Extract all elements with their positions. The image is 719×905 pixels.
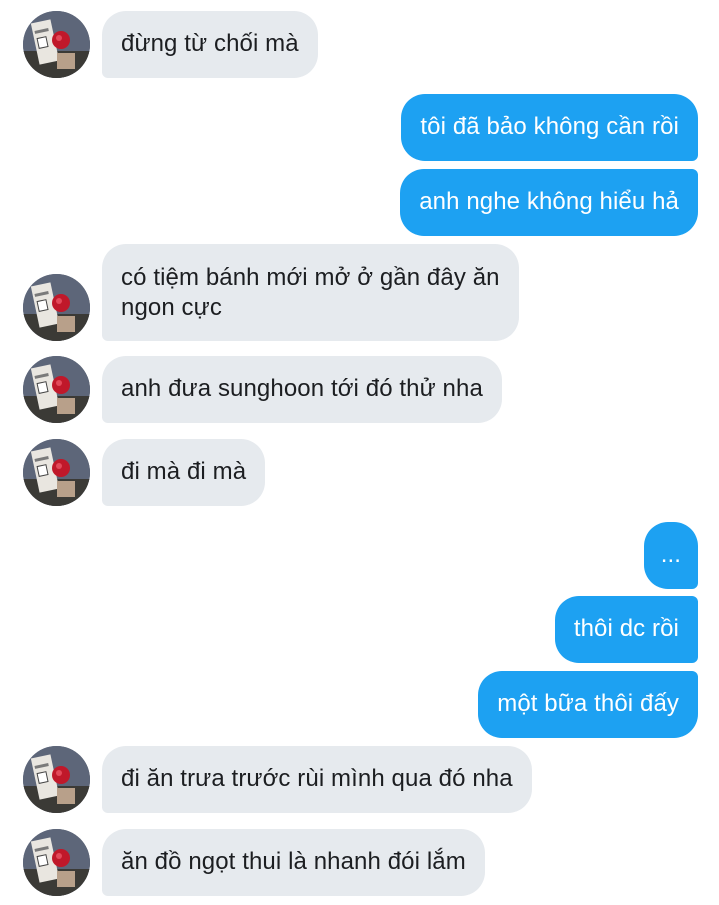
incoming-message-bubble[interactable]: ăn đồ ngọt thui là nhanh đói lắm <box>102 829 485 896</box>
incoming-message-bubble[interactable]: anh đưa sunghoon tới đó thử nha <box>102 356 502 423</box>
avatar-photo <box>23 829 90 896</box>
avatar-photo <box>23 746 90 813</box>
avatar-icon[interactable] <box>23 274 90 341</box>
incoming-message-bubble[interactable]: đi ăn trưa trước rùi mình qua đó nha <box>102 746 532 813</box>
avatar-photo <box>23 439 90 506</box>
outgoing-message-bubble[interactable]: ... <box>643 522 698 589</box>
message-thread: đừng từ chối mà tôi đã bảo không cần rồi… <box>0 0 719 905</box>
avatar-icon[interactable] <box>23 356 90 423</box>
incoming-message-bubble[interactable]: có tiệm bánh mới mở ở gần đây ăn ngon cự… <box>102 244 519 341</box>
outgoing-message-bubble[interactable]: một bữa thôi đấy <box>478 671 698 738</box>
avatar-photo <box>23 11 90 78</box>
avatar-icon[interactable] <box>23 746 90 813</box>
outgoing-message-bubble[interactable]: tôi đã bảo không cần rồi <box>401 94 698 161</box>
avatar-icon[interactable] <box>23 439 90 506</box>
avatar-photo <box>23 274 90 341</box>
outgoing-message-bubble[interactable]: anh nghe không hiểu hả <box>400 169 698 236</box>
incoming-message-bubble[interactable]: đừng từ chối mà <box>102 11 318 78</box>
incoming-message-bubble[interactable]: đi mà đi mà <box>102 439 266 506</box>
avatar-icon[interactable] <box>23 829 90 896</box>
avatar-icon[interactable] <box>23 11 90 78</box>
avatar-photo <box>23 356 90 423</box>
outgoing-message-bubble[interactable]: thôi dc rồi <box>554 596 698 663</box>
